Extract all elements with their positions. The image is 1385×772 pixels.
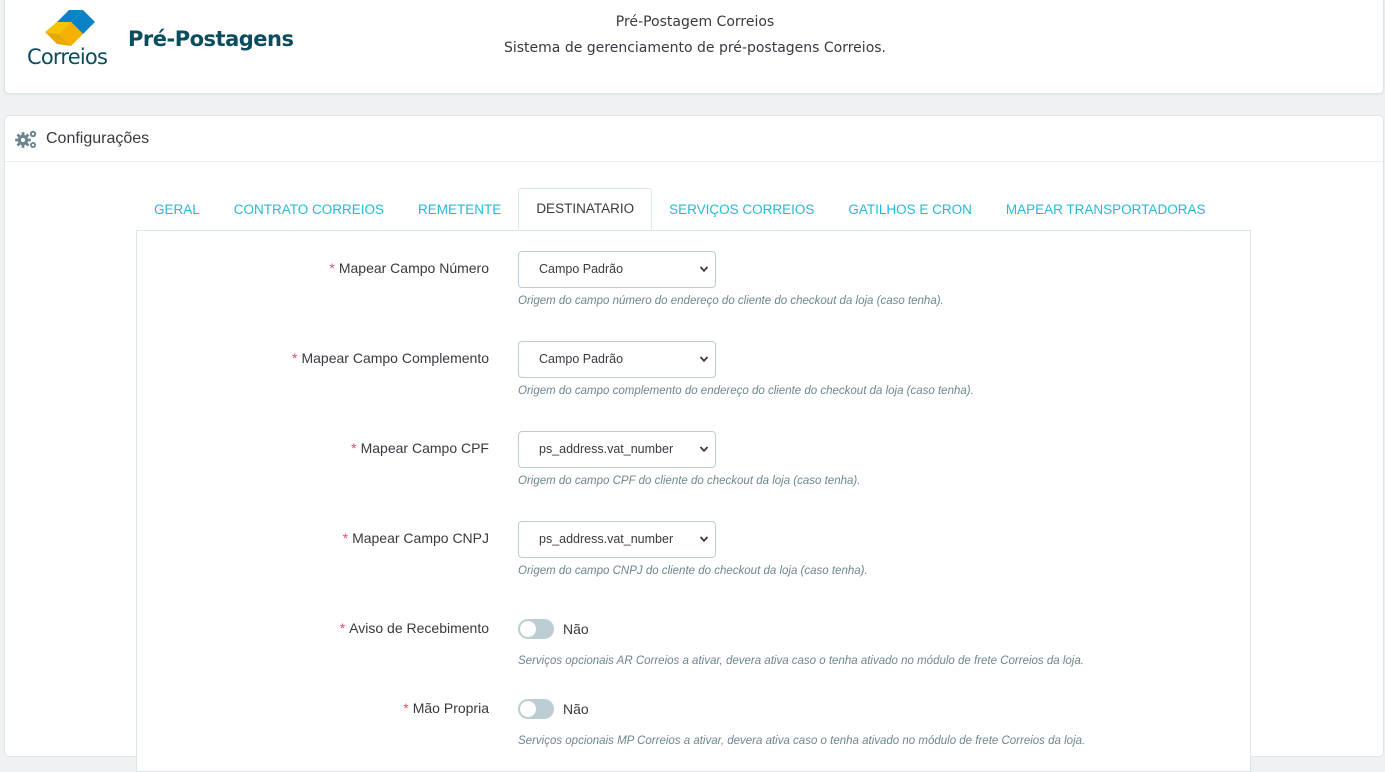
field-help: Origem do campo complemento do endereço … [518, 385, 974, 397]
field-help: Origem do campo CNPJ do cliente do check… [518, 565, 868, 577]
field-label: * Mapear Campo Complemento [292, 350, 489, 366]
field-help: Serviços opcionais AR Correios a ativar,… [518, 655, 1084, 667]
select-value: ps_address.vat_number [539, 442, 674, 456]
select-value: Campo Padrão [539, 352, 624, 366]
field-help: Origem do campo CPF do cliente do checko… [518, 475, 861, 487]
chevron-down-icon [699, 266, 709, 273]
panel-heading: Configurações [5, 116, 1383, 162]
field-label-text: Mapear Campo CNPJ [352, 530, 489, 546]
correios-logo: Correios Pré-Postagens [27, 10, 294, 69]
toggle-knob [520, 701, 536, 717]
panel-title: Configurações [46, 129, 150, 147]
aviso-recebimento-switch[interactable]: Não [518, 619, 589, 639]
required-marker: * [342, 530, 349, 546]
field-label-text: Mapear Campo Número [338, 260, 489, 276]
toggle-track[interactable] [518, 619, 554, 639]
toggle-label: Não [563, 621, 589, 637]
required-marker: * [403, 700, 409, 716]
mao-propria-switch[interactable]: Não [518, 699, 589, 719]
required-marker: * [329, 260, 335, 276]
field-label: * Mapear Campo CPF [351, 440, 489, 456]
tab-servicos-correios[interactable]: SERVIÇOS CORREIOS [652, 190, 831, 230]
field-label-text: Mapear Campo CPF [360, 440, 489, 456]
cogs-icon [15, 130, 37, 148]
field-help: Serviços opcionais MP Correios a ativar,… [518, 735, 1086, 747]
tab-mapear-transportadoras[interactable]: MAPEAR TRANSPORTADORAS [989, 190, 1223, 230]
toggle-track[interactable] [518, 699, 554, 719]
select-value: Campo Padrão [539, 262, 624, 276]
field-label: * Aviso de Recebimento [340, 620, 489, 636]
tab-geral[interactable]: GERAL [137, 190, 217, 230]
field-help: Origem do campo número do endereço do cl… [518, 295, 944, 307]
required-marker: * [292, 350, 298, 366]
tab-bar: GERAL CONTRATO CORREIOS REMETENTE DESTIN… [137, 188, 1223, 230]
field-label: * Mapear Campo CNPJ [343, 530, 489, 546]
configuration-panel: Configurações GERAL CONTRATO CORREIOS RE… [4, 115, 1384, 772]
required-marker: * [351, 440, 357, 456]
chevron-down-icon [699, 356, 709, 363]
cnpj-select[interactable]: ps_address.vat_number [518, 521, 716, 558]
chevron-down-icon [699, 536, 709, 543]
numero-select[interactable]: Campo Padrão [518, 251, 716, 288]
toggle-knob [520, 621, 536, 637]
page-subtitle: Sistema de gerenciamento de pré-postagen… [503, 40, 886, 56]
tab-contrato-correios[interactable]: CONTRATO CORREIOS [217, 190, 401, 230]
cpf-select[interactable]: ps_address.vat_number [518, 431, 716, 468]
tab-destinatario[interactable]: DESTINATARIO [518, 188, 653, 230]
field-label: * Mapear Campo Número [329, 260, 489, 276]
header-bar: Correios Pré-Postagens Pré-Postagem Corr… [4, 0, 1384, 94]
field-label-text: Aviso de Recebimento [349, 620, 489, 636]
field-label-text: Mão Propria [412, 700, 489, 716]
field-label-text: Mapear Campo Complemento [301, 350, 489, 366]
logo-title-text: Pré-Postagens [128, 27, 294, 51]
tab-remetente[interactable]: REMETENTE [401, 190, 518, 230]
logo-brand-text: Correios [27, 45, 108, 69]
select-value: ps_address.vat_number [539, 532, 674, 546]
chevron-down-icon [699, 446, 709, 453]
complemento-select[interactable]: Campo Padrão [518, 341, 716, 378]
tab-gatilhos-e-cron[interactable]: GATILHOS E CRON [831, 190, 989, 230]
required-marker: * [339, 620, 346, 636]
toggle-label: Não [563, 701, 589, 717]
field-label: * Mão Propria [403, 700, 489, 716]
tab-content-destinatario: * Mapear Campo Número Campo Padrão Origem… [136, 230, 1251, 772]
correios-logo-icon [45, 10, 95, 46]
header-text: Pré-Postagem Correios Sistema de gerenci… [425, 9, 965, 61]
page-title: Pré-Postagem Correios [615, 14, 775, 30]
